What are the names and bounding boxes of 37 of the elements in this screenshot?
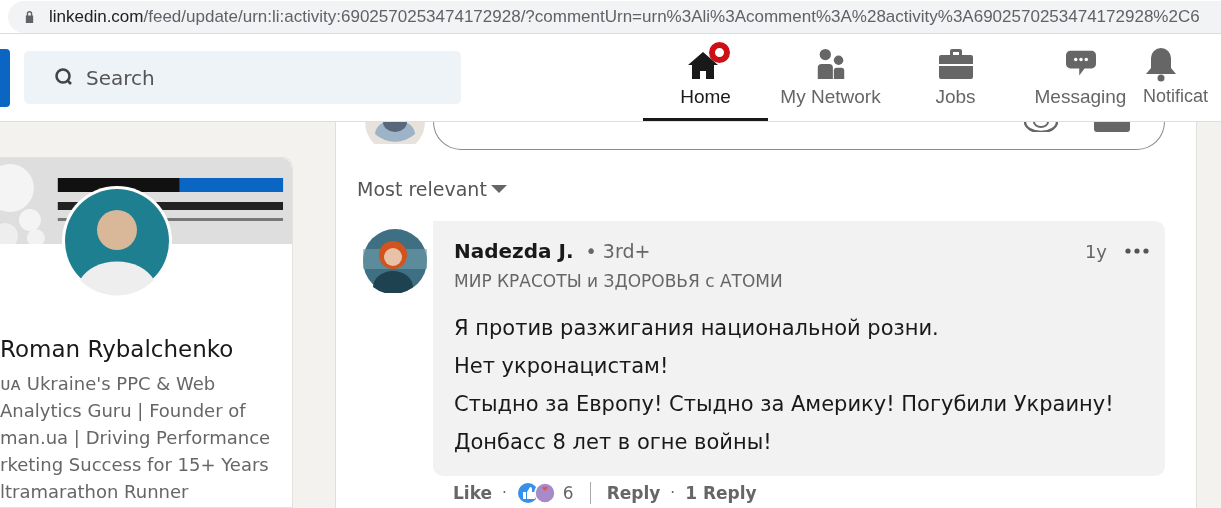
reaction-icons[interactable] [516, 482, 557, 504]
comment-action-link[interactable]: Like [453, 483, 493, 503]
briefcase-icon [936, 47, 975, 81]
reaction-count[interactable]: 6 [562, 483, 574, 503]
comment-text-line: Стыдно за Европу! Стыдно за Америку! Погубили Украину! [454, 391, 1115, 418]
comment-action-link[interactable]: Reply [606, 483, 661, 503]
search-field[interactable]: Search [24, 51, 461, 104]
separator-dot: · [670, 484, 676, 502]
logo-icon[interactable] [0, 48, 10, 107]
address-bar[interactable]: linkedin.com/feed/update/urn:li:activity:6902570253474172928/?commentUrn=urn%3Ali%3Acomment%3A%28activity%3A6902570253474172928%2C6 [8, 0, 1221, 33]
profile-name[interactable]: Roman Rybalchenko [0, 336, 292, 362]
bell-icon [1143, 46, 1179, 82]
more-options-icon[interactable] [1125, 248, 1149, 254]
comment-time: 1y [1084, 240, 1107, 262]
url-text: linkedin.com/feed/update/urn:li:activity:6902570253474172928/?commentUrn=urn%3Ali%3Acomment%3A%28activity%3A6902570253474172928%2C6 [49, 6, 1200, 27]
profile-headline-line: ltramarathon Runner [0, 480, 190, 504]
comment-text-line: Донбасс 8 лет в огне войны! [454, 429, 773, 456]
profile-headline-line: ᴜᴀ Ukraine's PPC & Web [0, 372, 217, 396]
nav-tab[interactable]: My Network [768, 34, 893, 121]
profile-headline-line: rketing Success for 15+ Years [0, 453, 270, 477]
caret-icon [490, 184, 507, 194]
profile-headline-line: man.ua | Driving Performance [0, 426, 272, 450]
nav-tab[interactable]: Messaging [1018, 34, 1143, 121]
commenter-headline: МИР КРАСОТЫ и ЗДОРОВЬЯ с АТОМИ [454, 271, 784, 291]
sort-dropdown[interactable]: Most relevant [357, 178, 507, 200]
nav-tab[interactable]: Notificat [1143, 34, 1217, 121]
separator-dot: · [502, 484, 507, 502]
nav-tab[interactable]: Jobs [893, 34, 1018, 121]
profile-avatar[interactable] [62, 186, 172, 296]
comment-action-link[interactable]: 1 Reply [685, 483, 757, 503]
lock-icon [24, 10, 35, 23]
commenter-name[interactable]: Nadezda J. [454, 239, 574, 263]
profile-headline-line: Analytics Guru | Founder of [0, 399, 247, 423]
comment-text-line: Я против разжигания национальной розни. [454, 315, 940, 342]
comment-text-line: Нет укронацистам! [454, 353, 670, 380]
connection-degree: • 3rd+ [585, 240, 651, 262]
commenter-avatar[interactable] [363, 229, 427, 293]
